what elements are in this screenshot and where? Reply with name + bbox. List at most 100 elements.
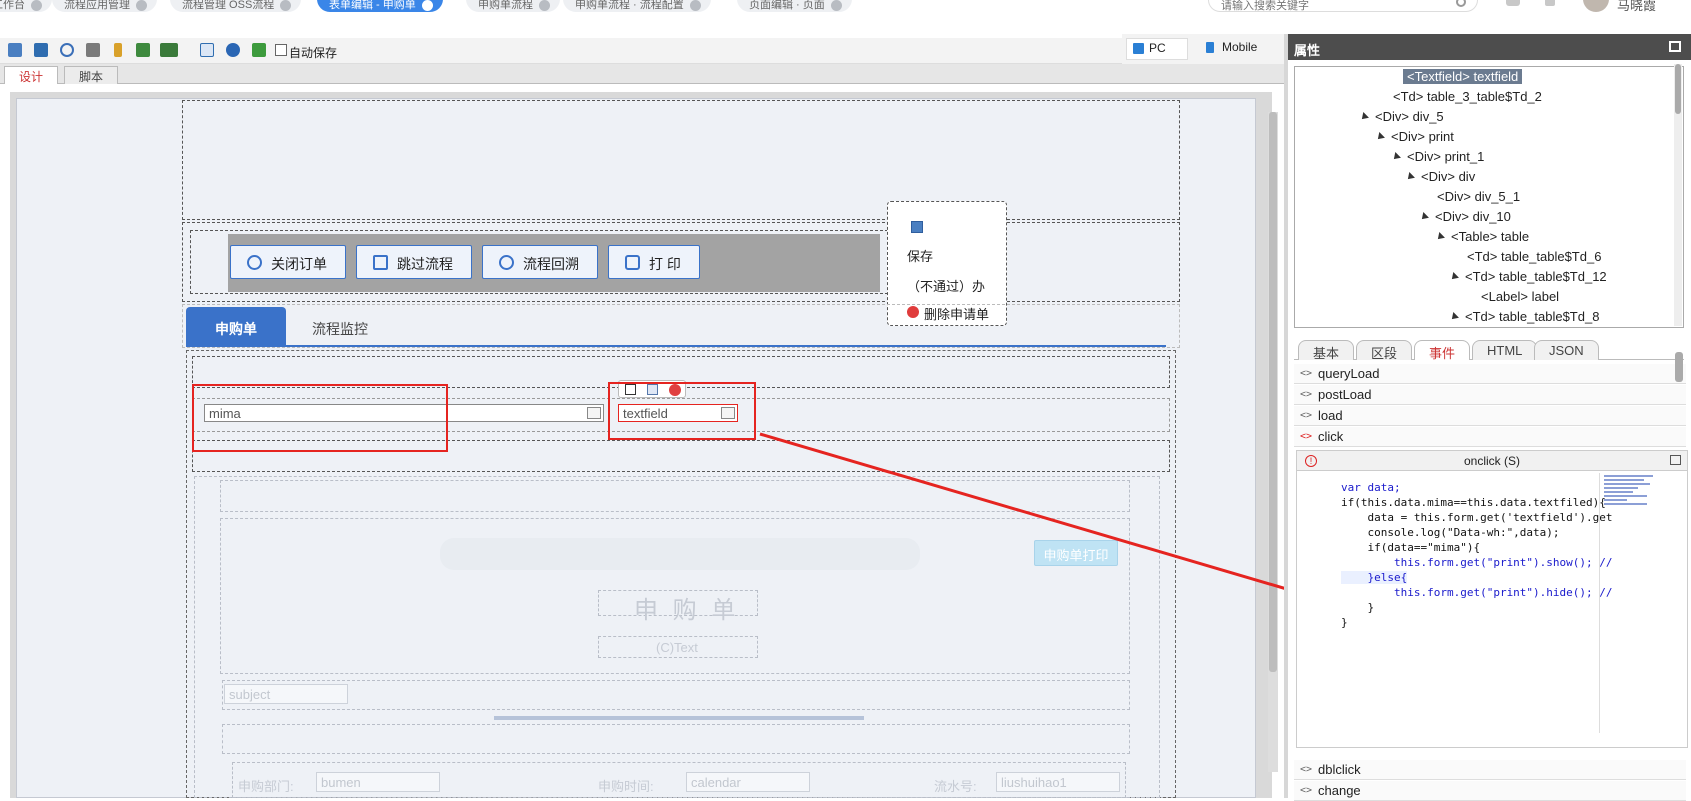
event-dblclick[interactable]: <> dblclick bbox=[1294, 760, 1686, 780]
tab-process-monitor[interactable]: 流程监控 bbox=[284, 307, 397, 347]
tree-scrollbar[interactable] bbox=[1674, 64, 1682, 326]
mode-mobile-button[interactable]: Mobile bbox=[1200, 38, 1286, 60]
tree-node[interactable]: <Td> table_table$Td_12 bbox=[1449, 269, 1607, 284]
device-mode-bar: PC Mobile bbox=[1122, 34, 1288, 64]
tab-events[interactable]: 事件 bbox=[1414, 340, 1471, 361]
close-icon[interactable] bbox=[31, 0, 42, 11]
close-order-button[interactable]: 关闭订单 bbox=[230, 245, 346, 279]
tree-node[interactable]: <Div> div bbox=[1405, 169, 1475, 184]
close-icon[interactable] bbox=[830, 0, 842, 11]
wand-icon[interactable] bbox=[114, 43, 122, 57]
top-tab-2[interactable]: 流程管理 OSS流程 bbox=[170, 0, 302, 12]
close-icon[interactable] bbox=[421, 0, 433, 11]
mobile-icon[interactable] bbox=[1545, 0, 1555, 6]
purchase-print-button[interactable]: 申购单打印 bbox=[1034, 540, 1118, 566]
close-icon[interactable] bbox=[689, 0, 701, 11]
code-line-8[interactable]: this.form.get("print").hide(); // bbox=[1341, 586, 1613, 599]
tab-purchase-order[interactable]: 申购单 bbox=[186, 307, 286, 347]
tab-script[interactable]: 脚本 bbox=[64, 66, 119, 84]
code-line-5[interactable]: if(data=="mima"){ bbox=[1341, 541, 1480, 554]
process-rollback-button[interactable]: 流程回溯 bbox=[482, 245, 598, 279]
close-icon[interactable] bbox=[136, 0, 147, 11]
event-postload[interactable]: <> postLoad bbox=[1294, 385, 1686, 405]
subject-field[interactable]: subject bbox=[224, 684, 348, 704]
tab-section[interactable]: 区段 bbox=[1356, 340, 1413, 361]
top-tab-4[interactable]: 申购单流程 bbox=[466, 0, 560, 12]
code-line-6[interactable]: this.form.get("print").show(); // bbox=[1341, 556, 1613, 569]
top-search-input[interactable] bbox=[1208, 0, 1478, 12]
export-dropdown-icon[interactable] bbox=[160, 43, 178, 57]
tab-html[interactable]: HTML bbox=[1472, 340, 1538, 360]
tree-node[interactable]: <Div> div_5_1 bbox=[1437, 189, 1520, 204]
print-icon[interactable] bbox=[86, 43, 100, 57]
mode-pc-button[interactable]: PC bbox=[1126, 38, 1188, 60]
save-icon[interactable] bbox=[8, 43, 22, 57]
popup-save-item[interactable]: 保存 bbox=[907, 246, 933, 265]
top-tab-3[interactable]: 表单编辑 - 申购单 bbox=[317, 0, 443, 12]
top-tab-label: 页面编辑 · 页面 bbox=[749, 0, 825, 11]
tree-node[interactable]: <Td> table_table$Td_6 bbox=[1467, 249, 1601, 264]
tab-design[interactable]: 设计 bbox=[4, 66, 59, 84]
tree-node[interactable]: <Div> div_5 bbox=[1359, 109, 1444, 124]
top-tab-1[interactable]: 流程应用管理 bbox=[52, 0, 157, 12]
top-tab-label: 流程管理 OSS流程 bbox=[182, 0, 275, 11]
onclick-code-editor[interactable]: ! onclick (S) var data; if(this.data.mim… bbox=[1296, 450, 1688, 748]
code-line-10[interactable]: } bbox=[1341, 616, 1348, 629]
error-icon: ! bbox=[1305, 455, 1317, 467]
tree-node[interactable]: <Table> table bbox=[1435, 229, 1529, 244]
tree-node[interactable]: <Div> print_1 bbox=[1391, 149, 1484, 164]
code-line-9[interactable]: } bbox=[1341, 601, 1374, 614]
tree-scroll-thumb[interactable] bbox=[1675, 64, 1681, 114]
skip-process-button[interactable]: 跳过流程 bbox=[356, 245, 472, 279]
tab-json[interactable]: JSON bbox=[1534, 340, 1599, 360]
tree-node[interactable]: <Td> table_3_table$Td_2 bbox=[1393, 89, 1542, 104]
tree-node[interactable]: <Div> print bbox=[1375, 129, 1454, 144]
save-as-icon[interactable] bbox=[34, 43, 48, 57]
top-tab-5[interactable]: 申购单流程 · 流程配置 bbox=[563, 0, 711, 12]
code-line-2[interactable]: if(this.data.mima==this.data.textfiled){ bbox=[1341, 496, 1606, 509]
form-icon[interactable] bbox=[200, 43, 214, 57]
dept-field[interactable]: bumen bbox=[316, 772, 440, 792]
print-header-row bbox=[220, 480, 1130, 512]
tab-basic[interactable]: 基本 bbox=[1298, 340, 1355, 361]
serial-field[interactable]: liushuihao1 bbox=[996, 772, 1120, 792]
popup-middle-item[interactable]: （不通过）办 bbox=[907, 276, 985, 295]
print-button[interactable]: 打 印 bbox=[608, 245, 700, 279]
tree-node-textfield[interactable]: <Textfield> textfield bbox=[1403, 69, 1523, 84]
event-queryload[interactable]: <> queryLoad bbox=[1294, 364, 1686, 384]
component-tree: <Textfield> textfield <Td> table_3_table… bbox=[1294, 66, 1684, 328]
event-load[interactable]: <> load bbox=[1294, 406, 1686, 426]
canvas-scroll-thumb[interactable] bbox=[1269, 112, 1277, 672]
close-icon[interactable] bbox=[280, 0, 292, 11]
code-line-3[interactable]: data = this.form.get('textfield').get bbox=[1341, 511, 1612, 524]
header-region[interactable] bbox=[182, 100, 1180, 220]
help-icon[interactable] bbox=[226, 43, 240, 57]
tree-node[interactable]: <Td> table_table$Td_8 bbox=[1449, 309, 1599, 324]
autosave-checkbox[interactable] bbox=[275, 44, 287, 56]
code-line-4[interactable]: console.log("Data-wh:",data); bbox=[1341, 526, 1559, 539]
top-tab-0[interactable]: 工作台 bbox=[0, 0, 52, 12]
avatar[interactable] bbox=[1583, 0, 1609, 12]
import-icon[interactable] bbox=[136, 43, 150, 57]
event-click[interactable]: <> click bbox=[1294, 427, 1686, 447]
minimize-icon[interactable] bbox=[1669, 41, 1681, 52]
close-icon[interactable] bbox=[539, 0, 550, 11]
events-scroll-thumb[interactable] bbox=[1675, 352, 1683, 382]
tree-node[interactable]: <Label> label bbox=[1481, 289, 1559, 304]
print-label: 打 印 bbox=[649, 256, 681, 272]
image-icon[interactable] bbox=[252, 43, 266, 57]
top-tab-6[interactable]: 页面编辑 · 页面 bbox=[737, 0, 852, 12]
user-name[interactable]: 马晓霞 bbox=[1617, 0, 1656, 14]
tree-node[interactable]: <Div> div_10 bbox=[1419, 209, 1511, 224]
canvas-scrollbar[interactable] bbox=[1268, 112, 1278, 772]
bell-icon[interactable] bbox=[1506, 0, 1520, 6]
design-tabs: 设计 脚本 bbox=[0, 64, 1290, 84]
event-change[interactable]: <> change bbox=[1294, 781, 1686, 801]
code-minimap[interactable] bbox=[1599, 473, 1657, 733]
time-field[interactable]: calendar bbox=[686, 772, 810, 792]
preview-eye-icon[interactable] bbox=[60, 43, 74, 57]
code-line-7[interactable]: }else{ bbox=[1341, 571, 1408, 584]
code-line-1[interactable]: var data; bbox=[1341, 481, 1401, 494]
save-icon bbox=[911, 221, 923, 233]
maximize-icon[interactable] bbox=[1670, 455, 1681, 465]
